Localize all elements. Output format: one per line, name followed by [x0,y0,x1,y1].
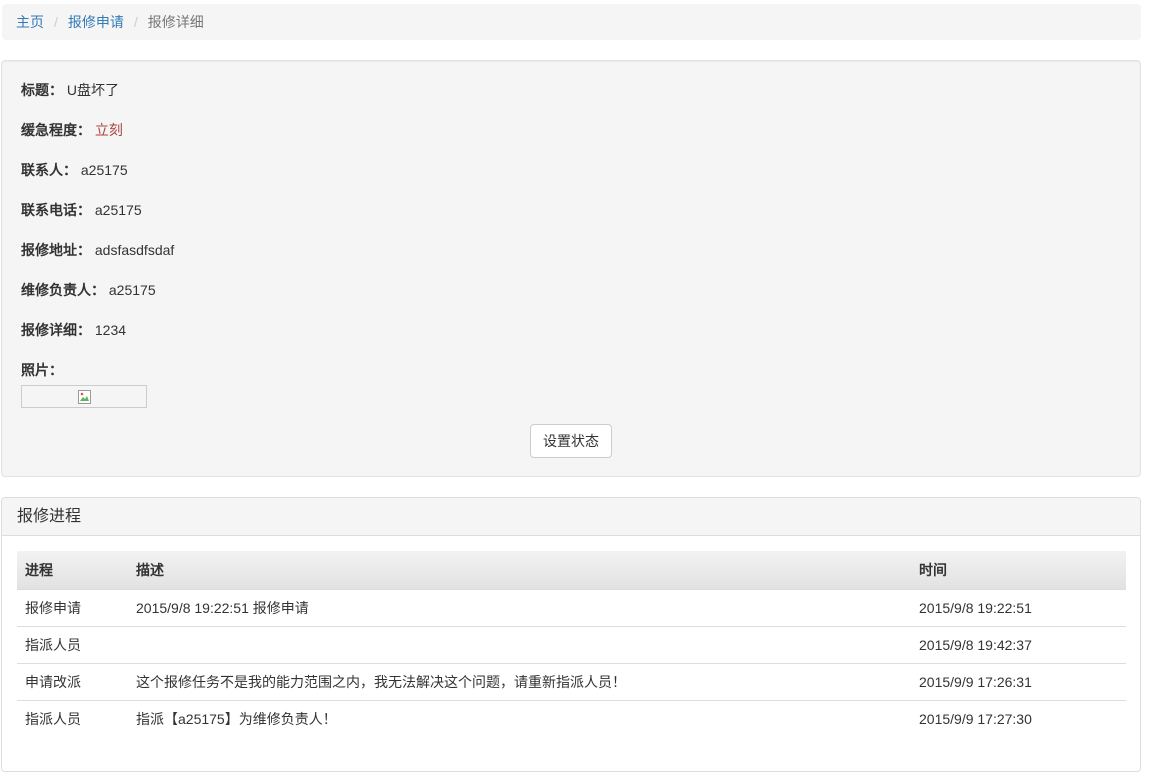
row-time: 2015/9/9 17:26:31 [911,663,1126,701]
row-stage: 报修申请 [17,589,128,627]
row-time: 2015/9/8 19:42:37 [911,626,1126,664]
row-description: 2015/9/8 19:22:51 报修申请 [128,589,911,627]
breadcrumb: 主页 / 报修申请 / 报修详细 [2,4,1141,40]
breadcrumb-repair-list-link[interactable]: 报修申请 [68,12,124,32]
table-row: 申请改派 这个报修任务不是我的能力范围之内，我无法解决这个问题，请重新指派人员！… [17,663,1126,701]
title-label: 标题： [21,82,63,98]
table-row: 报修申请 2015/9/8 19:22:51 报修申请 2015/9/8 19:… [17,589,1126,627]
phone-field: 联系电话： a25175 [21,200,142,220]
column-header-description: 描述 [128,551,911,590]
phone-value: a25175 [94,202,142,218]
contact-value: a25175 [80,162,128,178]
table-row: 指派人员 2015/9/8 19:42:37 [17,626,1126,664]
row-description [128,626,911,664]
progress-table: 进程 描述 时间 报修申请 2015/9/8 19:22:51 报修申请 201… [17,551,1126,737]
contact-field: 联系人： a25175 [21,160,128,180]
photo-image[interactable] [21,385,147,408]
row-stage: 申请改派 [17,663,128,701]
column-header-time: 时间 [911,551,1126,590]
address-value: adsfasdfsdaf [94,242,175,258]
address-label: 报修地址： [21,242,91,258]
assignee-value: a25175 [108,282,156,298]
column-header-stage: 进程 [17,551,128,590]
assignee-label: 维修负责人： [21,282,105,298]
repair-detail-panel: 标题： U盘坏了 缓急程度： 立刻 联系人： a25175 联系电话： a251… [1,60,1141,477]
title-value: U盘坏了 [66,82,120,98]
progress-panel-heading: 报修进程 [2,498,1140,536]
title-field: 标题： U盘坏了 [21,80,119,100]
repair-progress-panel: 报修进程 进程 描述 时间 报修申请 2015/9/8 19:22:51 报修申… [1,497,1141,772]
table-row: 指派人员 指派【a25175】为维修负责人！ 2015/9/9 17:27:30 [17,700,1126,737]
photo-label: 照片： [21,362,63,378]
photo-field: 照片： [21,360,63,380]
row-time: 2015/9/8 19:22:51 [911,589,1126,627]
description-label: 报修详细： [21,322,91,338]
urgency-value: 立刻 [94,122,123,138]
urgency-field: 缓急程度： 立刻 [21,120,123,140]
address-field: 报修地址： adsfasdfsdaf [21,240,174,260]
contact-label: 联系人： [21,162,77,178]
table-header-row: 进程 描述 时间 [17,551,1126,590]
row-stage: 指派人员 [25,710,81,727]
breadcrumb-current: 报修详细 [147,14,204,30]
row-description: 这个报修任务不是我的能力范围之内，我无法解决这个问题，请重新指派人员！ [128,663,911,701]
urgency-label: 缓急程度： [21,122,91,138]
row-stage: 指派人员 [17,626,128,664]
breadcrumb-separator: / [133,14,138,30]
phone-label: 联系电话： [21,202,91,218]
description-value: 1234 [94,322,127,338]
row-time: 2015/9/9 17:27:30 [919,710,1032,727]
broken-image-icon [78,390,91,404]
set-status-button[interactable]: 设置状态 [530,424,612,458]
row-description: 指派【a25175】为维修负责人！ [136,710,337,727]
description-field: 报修详细： 1234 [21,320,126,340]
breadcrumb-separator: / [54,14,58,30]
assignee-field: 维修负责人： a25175 [21,280,156,300]
breadcrumb-home-link[interactable]: 主页 [16,12,44,32]
